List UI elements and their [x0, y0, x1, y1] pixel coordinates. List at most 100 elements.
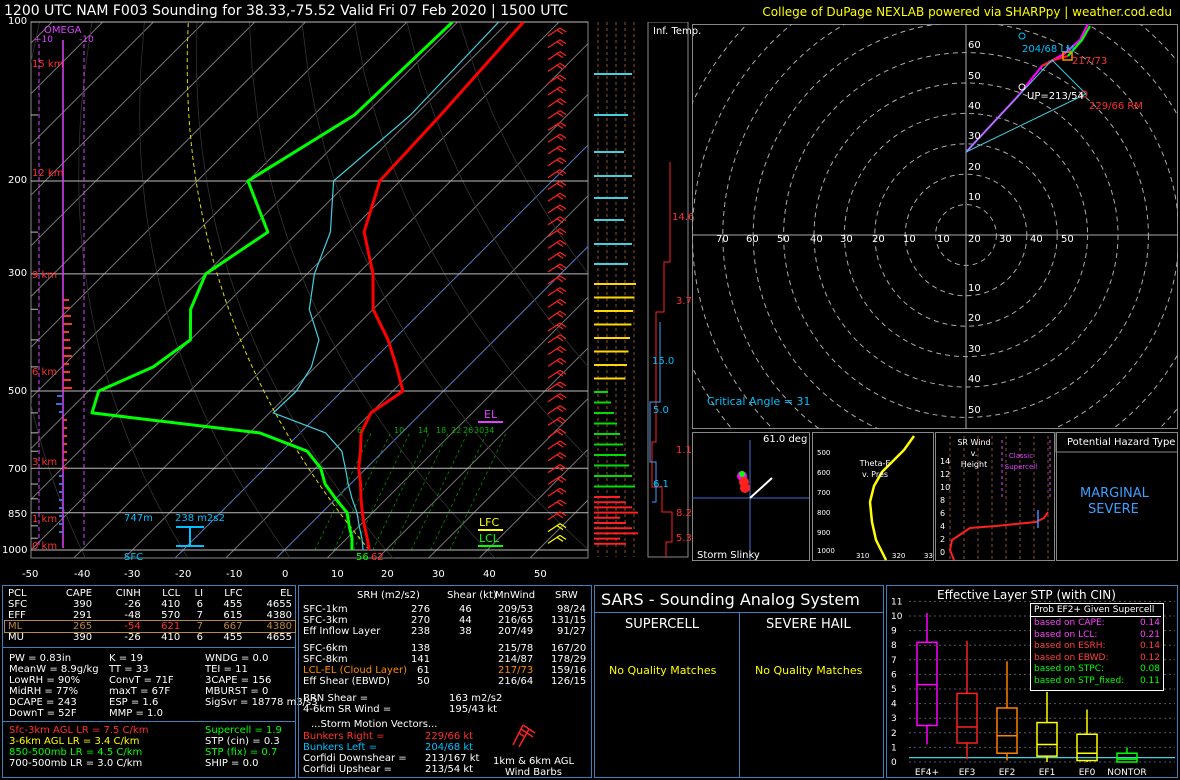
inferred-temp-value: 14.6: [672, 212, 695, 223]
wind-barb-flag: [559, 428, 567, 434]
mixing-ratio-label: 22: [451, 426, 462, 435]
sr-height-tick: 10: [940, 483, 950, 492]
kin-row-cloud-layer: LCL-EL (Cloud Layer): [303, 665, 408, 676]
prob-label: based on STPC:: [1034, 664, 1105, 674]
stp-box: EF2: [996, 661, 1018, 777]
composite-params: Supercell = 1.9 STP (cin) = 0.3 STP (fix…: [205, 725, 282, 769]
table-row[interactable]: EFF 291 -48 570 7 615 4380: [5, 610, 295, 621]
prob-row: based on EBWD: 0.12: [1034, 653, 1160, 665]
prob-label: based on EBWD:: [1034, 652, 1109, 663]
wind-barb: [547, 39, 567, 49]
kin-row-sfc-8km: SFC-8km: [303, 654, 348, 665]
isotherm: [31, 22, 154, 146]
table-row[interactable]: MU 390 -26 410 6 455 4655: [5, 632, 295, 643]
wind-barb-flag: [559, 110, 567, 116]
t-label: -20: [175, 569, 192, 580]
parcel-table: PCL CAPE CINH LCL LI LFC EL SFC 390 -26 410…: [4, 588, 296, 643]
wind-barb: [547, 145, 567, 155]
wind-barb-staff: [547, 416, 561, 426]
right-mover-label: 229/66 RM: [1089, 101, 1143, 112]
wind-barb-flag: [559, 499, 567, 505]
stp-y-tick: 7: [891, 656, 897, 666]
hazard-value: MARGINAL: [1080, 486, 1149, 501]
t-label: 10: [331, 569, 344, 580]
wind-barb-flag: [556, 359, 564, 365]
sr-height-tick: 2: [940, 535, 945, 544]
hodograph: [692, 24, 1178, 429]
wind-barb-flag: [556, 383, 564, 389]
theta-p-tick: 600: [817, 469, 830, 477]
isotherm: [31, 22, 357, 348]
t-label: 50: [534, 569, 547, 580]
wind-barb-flag: [556, 536, 564, 542]
wind-barb-flag: [559, 145, 567, 151]
kin-value: 91/27: [557, 626, 586, 637]
wind-barb: [547, 381, 567, 391]
kin-value: 141: [411, 654, 431, 665]
wind-barb-flag: [556, 477, 564, 483]
kin-value: 138: [411, 643, 431, 654]
hodo-ring-label: 30: [968, 131, 981, 142]
t-label: -10: [226, 569, 243, 580]
sr-height-tick: 12: [940, 470, 950, 479]
lfc-label: LFC: [479, 516, 500, 529]
wind-barb: [547, 393, 567, 403]
hodo-ring: [692, 24, 1178, 429]
isotherm: [31, 22, 53, 44]
wind-barb-staff: [547, 27, 561, 37]
table-row-selected[interactable]: ML 265 -54 621 7 667 4380: [4, 620, 296, 633]
wind-barb-staff: [547, 62, 561, 72]
height-label: 12 km: [32, 168, 64, 179]
skewt-frame: [30, 21, 589, 559]
t-label: -30: [124, 569, 141, 580]
col-header: Shear (kt): [447, 590, 497, 601]
brn-shear-label: BRN Shear =: [303, 693, 369, 704]
sr-wind-value: 195/43 kt: [449, 704, 498, 715]
theta-t-tick: 33: [924, 552, 933, 560]
kin-value: 209/53: [498, 604, 534, 615]
wind-barb-flag: [559, 192, 567, 198]
wind-barb-flag: [556, 194, 564, 200]
col-header: SRH (m2/s2): [357, 590, 420, 601]
wind-barb-staff: [547, 239, 561, 249]
storm-motion-title: ...Storm Motion Vectors...: [311, 719, 438, 730]
wind-barb: [547, 192, 567, 202]
hodo-ring-label: 20: [968, 162, 981, 173]
height-label: 1 km: [32, 514, 58, 525]
wind-barb-flag: [556, 312, 564, 318]
prob-ef2-box: Prob EF2+ Given Supercell based on CAPE:…: [1030, 603, 1164, 691]
sars-supercell-title: SUPERCELL: [625, 617, 699, 632]
wind-barb-flag: [556, 206, 564, 212]
wind-barb-flag: [559, 534, 567, 540]
isotherm: [31, 22, 458, 450]
wind-barb: [547, 405, 567, 415]
prob-value: 0.14: [1139, 618, 1160, 628]
wind-barb-staff: [547, 192, 561, 202]
stp-category-label: EF3: [959, 768, 976, 777]
t-label: -40: [74, 569, 91, 580]
wind-barb-staff: [547, 287, 561, 297]
p-label-1000: 1000: [2, 545, 28, 556]
bunkers-right-value: 229/66 kt: [425, 731, 474, 742]
omega-scale-minus: -10: [79, 35, 94, 45]
wind-barb-staff: [547, 428, 561, 438]
t-label: 0: [282, 569, 289, 580]
hodo-x-axis: 70 60 50 40 30 20 10 10 20 30 40 50: [716, 234, 1074, 245]
table-row[interactable]: SFC 390 -26 410 6 455 4655: [5, 599, 295, 610]
bunkers-right-label: Bunkers Right =: [303, 731, 385, 742]
kin-value: 50: [417, 676, 430, 687]
index-col2: K = 19 TT = 33 ConvT = 71F maxT = 67F ESP = …: [109, 653, 174, 719]
wind-barb-flag: [559, 346, 567, 352]
kin-row-sfc-1km: SFC-1km: [303, 604, 348, 615]
wind-barb-flag: [556, 241, 564, 247]
wind-barb-staff: [547, 487, 561, 497]
critical-angle: Critical Angle = 31: [707, 395, 811, 408]
prob-row: based on CAPE: 0.14: [1034, 618, 1160, 630]
left-mover-marker: [1018, 32, 1026, 40]
corfidi-down-label: Corfidi Downshear =: [303, 753, 407, 764]
hazard-value-2: SEVERE: [1088, 502, 1139, 517]
kin-value: 126/15: [551, 676, 587, 687]
stp-panel: Effective Layer STP (with CIN) 11 10 9 8 7 6 5…: [886, 585, 1178, 778]
kin-value: 44: [459, 615, 472, 626]
p-label-200: 200: [8, 175, 28, 186]
